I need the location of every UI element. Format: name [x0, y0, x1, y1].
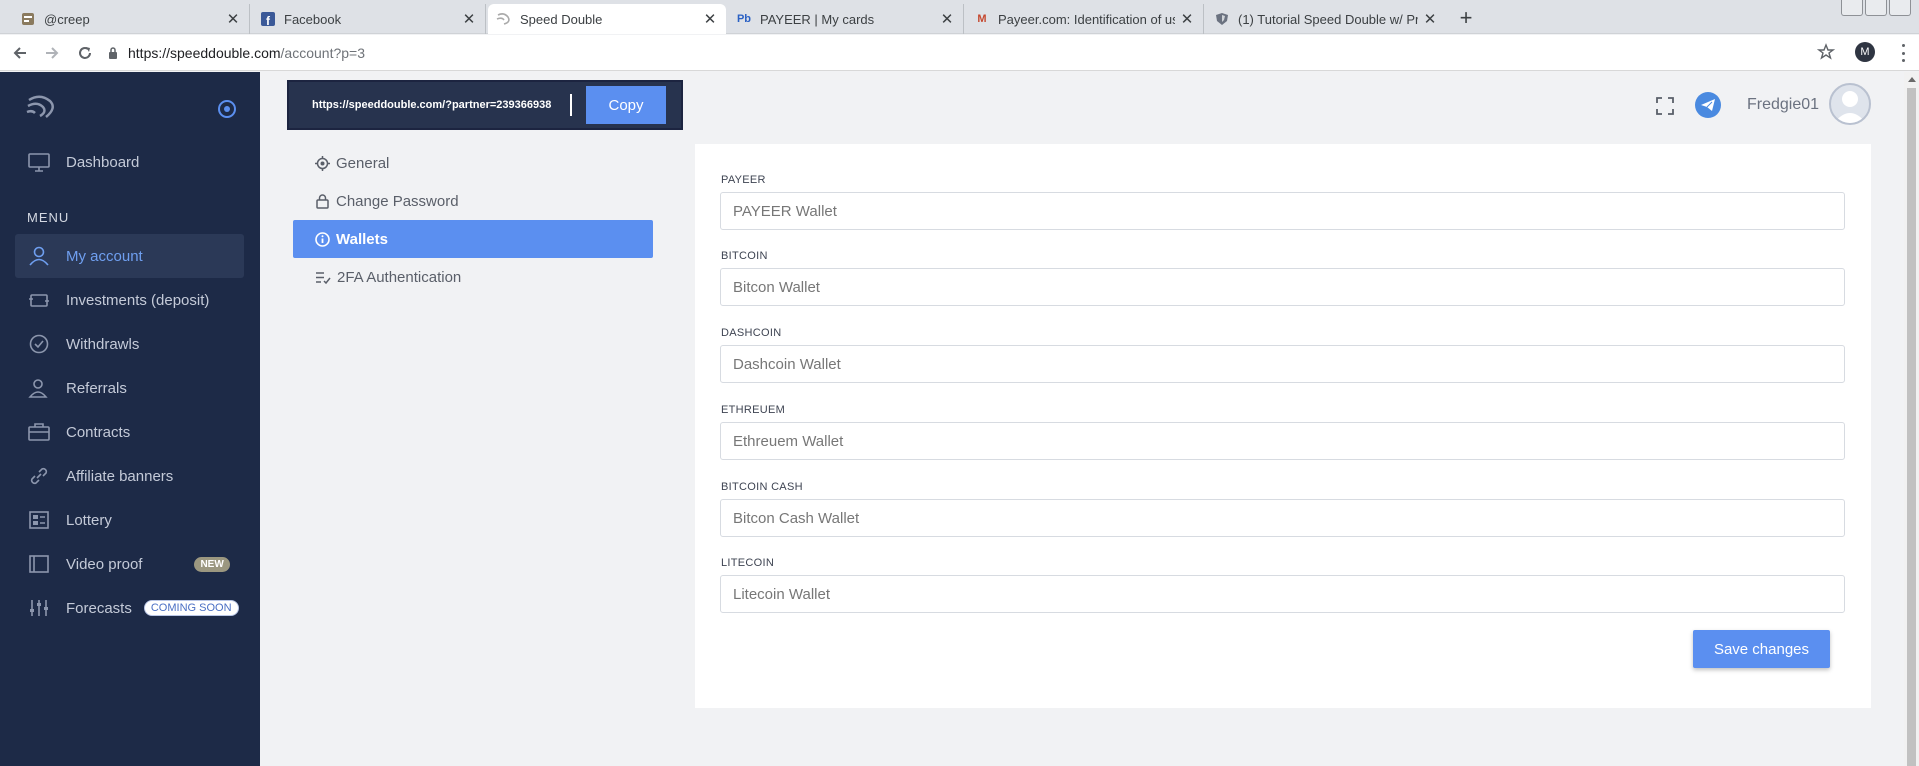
- tab-payeer-identification[interactable]: M Payeer.com: Identification of use ✕: [966, 4, 1204, 34]
- arrow-left-icon: [13, 47, 26, 59]
- list-check-icon: [316, 271, 331, 284]
- payeer-wallet-input[interactable]: PAYEER Wallet: [720, 192, 1845, 230]
- payeer-label: PAYEER: [721, 174, 766, 186]
- address-bar[interactable]: https://speeddouble.com/account?p=3: [108, 44, 365, 62]
- link-icon: [30, 467, 48, 485]
- account-nav-2fa[interactable]: 2FA Authentication: [293, 258, 653, 296]
- close-tab-icon[interactable]: ✕: [225, 11, 241, 28]
- telegram-icon[interactable]: [1695, 92, 1721, 118]
- account-nav-change-password[interactable]: Change Password: [293, 182, 653, 220]
- investments-icon: [29, 294, 49, 307]
- browser-menu-icon[interactable]: [1895, 44, 1911, 62]
- sidebar-item-withdrawls[interactable]: Withdrawls: [15, 322, 244, 366]
- bookmark-star-icon[interactable]: [1817, 43, 1835, 61]
- close-tab-icon[interactable]: ✕: [939, 11, 955, 28]
- litecoin-wallet-input[interactable]: Litecoin Wallet: [720, 575, 1845, 613]
- lottery-icon: [29, 511, 49, 529]
- ethereum-wallet-input[interactable]: Ethreuem Wallet: [720, 422, 1845, 460]
- referral-link-bar: https://speeddouble.com/?partner=2393669…: [287, 80, 683, 130]
- speeddouble-logo[interactable]: [26, 95, 58, 121]
- shield-favicon-icon: [1214, 11, 1230, 27]
- close-tab-icon[interactable]: ✕: [702, 11, 718, 28]
- tab-creep[interactable]: @creep ✕: [12, 4, 250, 34]
- tab-payeer-cards[interactable]: Pb PAYEER | My cards ✕: [728, 4, 964, 34]
- sidebar-item-dashboard[interactable]: Dashboard: [15, 140, 244, 184]
- save-changes-button[interactable]: Save changes: [1693, 630, 1830, 668]
- payeer-favicon-icon: Pb: [736, 13, 752, 25]
- user-icon: [29, 246, 49, 266]
- copy-button[interactable]: Copy: [586, 86, 666, 124]
- arrow-right-icon: [46, 47, 59, 59]
- fullscreen-icon[interactable]: [1655, 96, 1675, 116]
- lock-icon: [316, 193, 329, 209]
- username[interactable]: Fredgie01: [1747, 96, 1819, 114]
- forward-button[interactable]: [42, 43, 62, 63]
- bitcoin-cash-wallet-input[interactable]: Bitcon Cash Wallet: [720, 499, 1845, 537]
- sidebar-item-affiliate-banners[interactable]: Affiliate banners: [15, 454, 244, 498]
- bitcoin-cash-label: BITCOIN CASH: [721, 481, 803, 493]
- account-nav-wallets[interactable]: Wallets: [293, 220, 653, 258]
- sidebar: Dashboard MENU My account Investments (d…: [0, 72, 260, 766]
- sidebar-item-referrals[interactable]: Referrals: [15, 366, 244, 410]
- gear-icon: [315, 155, 330, 171]
- browser-tab-strip: @creep ✕ f Facebook ✕ Speed Double ✕ Pb …: [0, 0, 1919, 34]
- info-icon: [315, 231, 330, 247]
- dashcoin-label: DASHCOIN: [721, 327, 782, 339]
- ethereum-label: ETHREUEM: [721, 404, 786, 416]
- briefcase-icon: [28, 423, 50, 441]
- scroll-up-icon[interactable]: [1908, 77, 1916, 82]
- sidebar-item-lottery[interactable]: Lottery: [15, 498, 244, 542]
- close-tab-icon[interactable]: ✕: [1422, 11, 1438, 28]
- tab-facebook[interactable]: f Facebook ✕: [252, 4, 486, 34]
- user-avatar[interactable]: [1829, 83, 1871, 125]
- bitcoin-wallet-input[interactable]: Bitcon Wallet: [720, 268, 1845, 306]
- account-nav-general[interactable]: General: [293, 144, 653, 182]
- maximize-button[interactable]: [1865, 0, 1887, 16]
- coming-soon-badge: COMING SOON: [143, 600, 239, 616]
- page-scrollbar[interactable]: [1904, 72, 1919, 766]
- new-badge: NEW: [194, 556, 230, 572]
- sidebar-item-my-account[interactable]: My account: [15, 234, 244, 278]
- browser-toolbar: https://speeddouble.com/account?p=3 M: [0, 35, 1919, 71]
- monitor-icon: [28, 153, 50, 172]
- sidebar-item-contracts[interactable]: Contracts: [15, 410, 244, 454]
- sidebar-item-forecasts[interactable]: Forecasts COMING SOON: [15, 586, 244, 630]
- tab-speed-double[interactable]: Speed Double ✕: [488, 4, 726, 34]
- divider: [570, 94, 572, 116]
- close-tab-icon[interactable]: ✕: [461, 11, 477, 28]
- menu-heading: MENU: [27, 210, 70, 225]
- check-circle-icon: [29, 334, 49, 354]
- litecoin-label: LITECOIN: [721, 557, 775, 569]
- gmail-favicon-icon: M: [977, 13, 987, 25]
- facebook-favicon-icon: f: [260, 11, 276, 27]
- speeddouble-favicon-icon: [496, 11, 512, 27]
- referral-link[interactable]: https://speeddouble.com/?partner=2393669…: [312, 99, 558, 111]
- scrollbar-thumb[interactable]: [1907, 88, 1916, 766]
- new-tab-button[interactable]: +: [1454, 5, 1478, 30]
- url-path: /account?p=3: [280, 45, 366, 61]
- window-controls: [1841, 0, 1911, 16]
- back-button[interactable]: [10, 43, 30, 63]
- reload-icon: [79, 47, 91, 59]
- lock-icon: [108, 47, 118, 59]
- close-window-button[interactable]: [1889, 0, 1911, 16]
- sliders-icon: [30, 600, 48, 616]
- reload-button[interactable]: [75, 43, 95, 63]
- profile-avatar[interactable]: M: [1855, 42, 1875, 62]
- video-icon: [29, 555, 49, 573]
- referrals-icon: [28, 379, 48, 398]
- url-host: https://speeddouble.com: [128, 45, 281, 61]
- sidebar-item-investments[interactable]: Investments (deposit): [15, 278, 244, 322]
- minimize-button[interactable]: [1841, 0, 1863, 16]
- target-icon[interactable]: [216, 98, 238, 120]
- sidebar-item-video-proof[interactable]: Video proof NEW: [15, 542, 244, 586]
- close-tab-icon[interactable]: ✕: [1179, 11, 1195, 28]
- tab-tutorial[interactable]: (1) Tutorial Speed Double w/ Pro ✕: [1206, 4, 1446, 34]
- creep-favicon-icon: [20, 11, 36, 27]
- dashcoin-wallet-input[interactable]: Dashcoin Wallet: [720, 345, 1845, 383]
- bitcoin-label: BITCOIN: [721, 250, 768, 262]
- wallets-card: PAYEER PAYEER Wallet BITCOIN Bitcon Wall…: [695, 144, 1871, 708]
